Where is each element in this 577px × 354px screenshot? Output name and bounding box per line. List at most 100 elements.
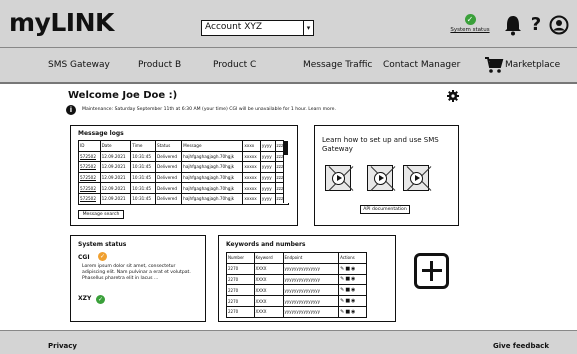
- message-search-button[interactable]: Message search: [78, 210, 124, 219]
- table-cell: yyyyyyyyyyyyyyy: [282, 284, 340, 297]
- nav-product-b[interactable]: Product B: [138, 60, 181, 70]
- status-item-description: Lorem ipsum dolor sit amet, consectetur …: [82, 264, 191, 281]
- log-id-link[interactable]: 572502: [78, 150, 101, 163]
- table-cell: 10:31:45: [130, 182, 156, 194]
- table-row: 2270 XXXX yyyyyyyyyyyyyyy ✎■◉: [226, 273, 367, 286]
- table-row[interactable]: 572502 12.09.2021 10:31:45 Delivered haj…: [78, 182, 290, 194]
- welcome-heading: Welcome Joe Doe :): [68, 90, 178, 101]
- table-row[interactable]: 572502 12.09.2021 10:31:45 Delivered haj…: [78, 171, 290, 184]
- table-cell: Delivered: [154, 161, 183, 173]
- play-icon: [374, 172, 387, 185]
- video-thumbnail[interactable]: [325, 165, 354, 191]
- table-cell: yyyyyyyyyyyyyyy: [282, 305, 340, 318]
- give-feedback-link[interactable]: Give feedback: [493, 342, 549, 350]
- table-cell: 2270: [226, 295, 255, 307]
- table-cell: hajhfgaghagjagh.70hgjk: [181, 171, 244, 184]
- info-icon: i: [66, 105, 76, 115]
- nav-sms-gateway[interactable]: SMS Gateway: [48, 60, 110, 70]
- play-icon: [332, 172, 345, 185]
- table-cell: hajhfgaghagjagh.70hgjk: [181, 150, 244, 163]
- maintenance-notice[interactable]: Maintenance: Saturday September 11th at …: [82, 107, 336, 112]
- log-id-link[interactable]: 572502: [78, 192, 101, 205]
- table-cell: hajhfgaghagjagh.70hgjk: [181, 192, 244, 205]
- table-cell: 12.09.2021: [99, 171, 132, 184]
- app-logo[interactable]: myLINK: [9, 8, 114, 37]
- video-thumbnail[interactable]: [403, 165, 432, 191]
- table-cell: 12.09.2021: [99, 192, 132, 205]
- table-row[interactable]: 572502 12.09.2021 10:31:45 Delivered haj…: [78, 161, 290, 173]
- video-thumbnail[interactable]: [367, 165, 396, 191]
- table-cell: Delivered: [154, 150, 183, 163]
- table-cell: XXXX: [253, 262, 284, 275]
- column-header[interactable]: ID: [78, 140, 101, 152]
- table-cell: yyyyyyyyyyyyyyy: [282, 262, 340, 275]
- column-header[interactable]: Message: [181, 140, 244, 152]
- table-cell: XXXX: [253, 305, 284, 318]
- log-id-link[interactable]: 572502: [78, 182, 101, 194]
- scrollbar-thumb[interactable]: [284, 141, 288, 155]
- add-widget-button[interactable]: [414, 253, 449, 289]
- view-icon[interactable]: ◉: [351, 287, 356, 293]
- nav-marketplace[interactable]: Marketplace: [505, 60, 560, 70]
- column-header[interactable]: yyyy: [259, 140, 276, 152]
- system-status-link[interactable]: System status: [450, 27, 490, 33]
- table-cell: XXXX: [253, 295, 284, 307]
- account-select-value: Account XYZ: [205, 22, 263, 32]
- bell-icon[interactable]: [503, 14, 523, 36]
- warning-status-icon: ✓: [98, 252, 107, 261]
- row-actions: ✎■◉: [338, 305, 367, 318]
- cart-icon[interactable]: [484, 56, 504, 74]
- table-cell: 10:31:45: [130, 171, 156, 184]
- system-status-indicator[interactable]: ✓ System status: [450, 14, 490, 40]
- table-header-row: ID Date Time Status Message xxxx yyyy zz…: [78, 140, 290, 152]
- table-cell: hajhfgaghagjagh.70hgjk: [181, 182, 244, 194]
- table-cell: xxxxx: [242, 182, 261, 194]
- view-icon[interactable]: ◉: [351, 309, 356, 315]
- play-icon: [410, 172, 423, 185]
- chevron-down-icon[interactable]: ▾: [303, 21, 313, 35]
- table-cell: 12.09.2021: [99, 182, 132, 194]
- keywords-table: Number Keyword Endpoint Actions 2270 XXX…: [226, 252, 367, 318]
- user-avatar-icon[interactable]: [549, 15, 569, 35]
- nav-message-traffic[interactable]: Message Traffic: [303, 60, 372, 70]
- account-select[interactable]: Account XYZ ▾: [201, 20, 314, 36]
- keywords-title: Keywords and numbers: [226, 241, 306, 248]
- table-row: 2270 XXXX yyyyyyyyyyyyyyy ✎■◉: [226, 305, 367, 318]
- table-cell: 12.09.2021: [99, 161, 132, 173]
- column-header[interactable]: Status: [154, 140, 183, 152]
- log-id-link[interactable]: 572502: [78, 161, 101, 173]
- table-cell: 2270: [226, 262, 255, 275]
- table-row[interactable]: 572502 12.09.2021 10:31:45 Delivered haj…: [78, 192, 290, 205]
- help-icon[interactable]: ?: [528, 14, 544, 35]
- nav-contact-manager[interactable]: Contact Manager: [383, 60, 460, 70]
- table-cell: XXXX: [253, 284, 284, 297]
- gear-icon[interactable]: [447, 90, 459, 102]
- column-header[interactable]: xxxx: [242, 140, 261, 152]
- table-cell: Delivered: [154, 182, 183, 194]
- view-icon[interactable]: ◉: [351, 266, 356, 272]
- table-cell: yyyyyyyyyyyyyyy: [282, 273, 340, 286]
- main-nav: SMS Gateway Product B Product C Message …: [0, 48, 577, 84]
- table-row: 2270 XXXX yyyyyyyyyyyyyyy ✎■◉: [226, 284, 367, 297]
- table-cell: xxxxx: [242, 171, 261, 184]
- column-header[interactable]: Time: [130, 140, 156, 152]
- api-documentation-button[interactable]: API documentation: [360, 205, 410, 214]
- privacy-link[interactable]: Privacy: [48, 342, 77, 350]
- column-header[interactable]: Endpoint: [282, 252, 340, 264]
- column-header[interactable]: Keyword: [253, 252, 284, 264]
- view-icon[interactable]: ◉: [351, 298, 356, 304]
- table-cell: hajhfgaghagjagh.70hgjk: [181, 161, 244, 173]
- log-id-link[interactable]: 572502: [78, 171, 101, 184]
- column-header[interactable]: Date: [99, 140, 132, 152]
- column-header: Actions: [338, 252, 367, 264]
- view-icon[interactable]: ◉: [351, 276, 356, 282]
- table-cell: 12.09.2021: [99, 150, 132, 163]
- table-row: 2270 XXXX yyyyyyyyyyyyyyy ✎■◉: [226, 262, 367, 275]
- nav-product-c[interactable]: Product C: [213, 60, 256, 70]
- status-item-name: XZY: [78, 295, 92, 302]
- table-cell: yyyy: [259, 150, 276, 163]
- status-item-name: CGI: [78, 254, 90, 261]
- message-logs-table: ID Date Time Status Message xxxx yyyy zz…: [78, 140, 290, 205]
- column-header[interactable]: Number: [226, 252, 255, 264]
- table-row[interactable]: 572502 12.09.2021 10:31:45 Delivered haj…: [78, 150, 290, 163]
